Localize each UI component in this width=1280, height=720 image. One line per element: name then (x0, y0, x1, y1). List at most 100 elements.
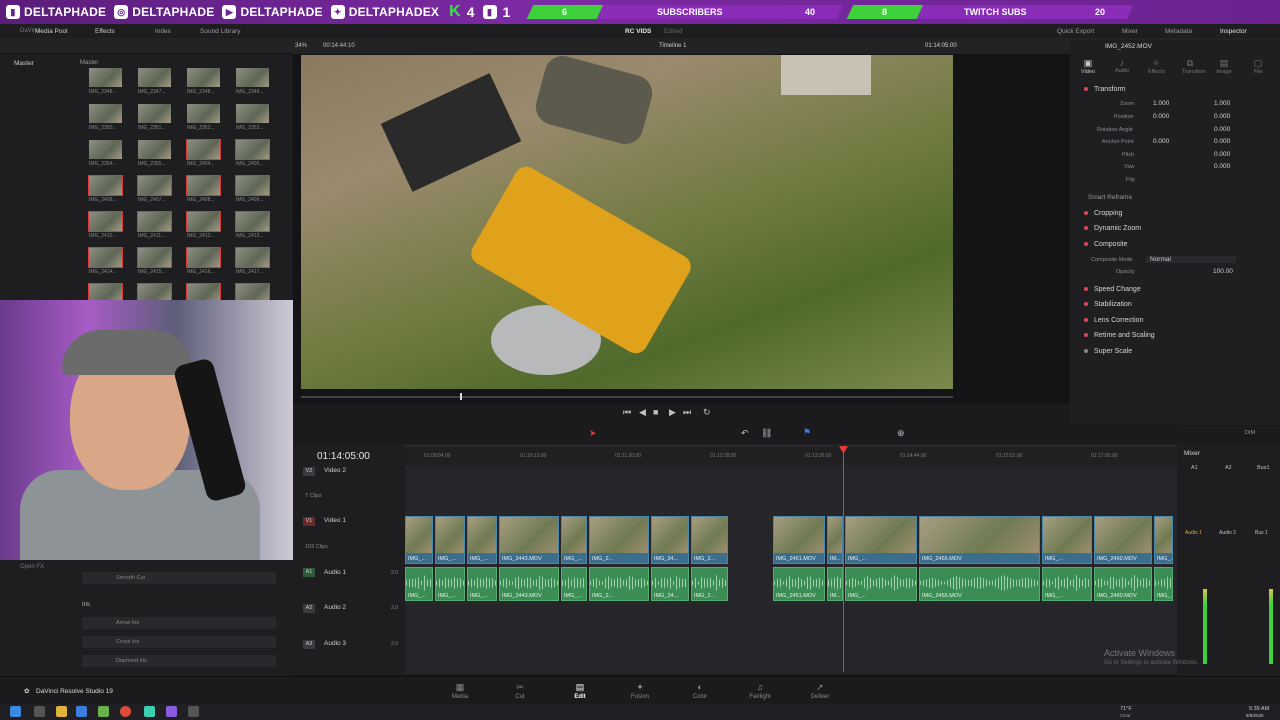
composite-mode-select[interactable]: Normal (1146, 256, 1236, 263)
tab-audio[interactable]: ♪ Audio (1114, 58, 1130, 75)
tab-effects[interactable]: ✧ Effects (1148, 58, 1165, 75)
link-icon[interactable]: ⛓ (761, 428, 772, 439)
composite-section[interactable]: Composite (1094, 241, 1127, 248)
mixer-tab[interactable]: Mixer (1122, 28, 1138, 35)
loop-icon[interactable]: ↻ (703, 407, 711, 418)
playhead[interactable] (843, 447, 844, 672)
audio-clip[interactable]: IMG_2... (691, 567, 728, 601)
video-frame[interactable] (301, 55, 953, 389)
media-thumbnail[interactable]: IMG_2415... (135, 247, 184, 284)
media-thumbnail[interactable]: IMG_2349... (233, 68, 282, 104)
track-v1-id[interactable]: V1 (303, 517, 315, 526)
tab-file[interactable]: ▢ File (1250, 58, 1266, 75)
video-clip[interactable]: IMG_2443.MOV (499, 516, 559, 564)
page-tab-media[interactable]: Media (440, 694, 480, 700)
opacity-field[interactable]: 100.00 (1213, 268, 1233, 275)
page-tab-fairlight[interactable]: Fairlight (740, 694, 780, 700)
metadata-tab[interactable]: Metadata (1165, 28, 1192, 35)
open-fx-item[interactable]: Open FX (20, 564, 44, 570)
video-clip[interactable]: IMG_... (561, 516, 587, 564)
media-thumbnail[interactable]: IMG_2412... (184, 211, 233, 248)
video-clip[interactable]: IMG_... (1042, 516, 1092, 564)
page-fairlight-icon[interactable]: ♫ (740, 682, 780, 692)
audio-clip[interactable]: IMG_2451.MOV (773, 567, 825, 601)
super-scale-section[interactable]: Super Scale (1094, 348, 1132, 355)
media-thumbnail[interactable]: IMG_2354... (86, 140, 135, 176)
jump-start-icon[interactable]: ⏮ (623, 407, 631, 418)
audio-clip[interactable]: IM... (827, 567, 843, 601)
media-thumbnail[interactable]: IMG_2347... (135, 68, 184, 104)
audio-clip[interactable]: IMG_... (405, 567, 433, 601)
app2-icon[interactable] (144, 706, 155, 717)
viewer-zoom[interactable]: 34% (295, 43, 307, 49)
page-tab-fusion[interactable]: Fusion (620, 694, 660, 700)
resolve-taskbar-icon[interactable] (188, 706, 199, 717)
clock-time[interactable]: 5:39 AM (1249, 706, 1269, 712)
video-clip[interactable]: IMG_2... (589, 516, 649, 564)
cropping-section[interactable]: Cropping (1094, 210, 1122, 217)
lens-correction-section[interactable]: Lens Correction (1094, 317, 1143, 324)
audio-clip[interactable]: IMG_2460.MOV (1094, 567, 1152, 601)
app3-icon[interactable] (166, 706, 177, 717)
audio-clip[interactable]: IMG_... (435, 567, 465, 601)
timeline-name[interactable]: Timeline 1 (659, 43, 686, 49)
media-thumbnail[interactable]: IMG_2409... (233, 175, 282, 212)
anchor-x-field[interactable]: 0.000 (1153, 138, 1169, 145)
search-icon[interactable] (34, 706, 45, 717)
page-color-icon[interactable]: ◐ (680, 682, 720, 692)
video-clip[interactable]: IM... (827, 516, 843, 564)
media-thumbnail[interactable]: IMG_2411... (135, 211, 184, 248)
media-thumbnail[interactable]: IMG_2348... (86, 68, 135, 104)
page-tab-color[interactable]: Color (680, 694, 720, 700)
media-thumbnail[interactable]: IMG_2413... (233, 211, 282, 248)
media-thumbnail[interactable]: IMG_2404... (184, 139, 233, 176)
media-thumbnail[interactable]: IMG_2352... (184, 104, 233, 140)
inspector-tab[interactable]: Inspector (1220, 28, 1247, 35)
audio-clip[interactable]: IMG_2... (589, 567, 649, 601)
video-clip[interactable]: IMG_... (1154, 516, 1173, 564)
media-thumbnail[interactable]: IMG_2408... (184, 175, 233, 212)
position-y-field[interactable]: 0.000 (1214, 113, 1230, 120)
index-tab[interactable]: Index (155, 28, 171, 35)
smart-reframe-section[interactable]: Smart Reframe (1088, 194, 1132, 201)
zoom-x-field[interactable]: 1.000 (1153, 100, 1169, 107)
media-thumbnail[interactable]: IMG_2406... (86, 175, 135, 212)
page-media-icon[interactable]: ▦ (440, 682, 480, 693)
file-explorer-icon[interactable] (56, 706, 67, 717)
track-a2-id[interactable]: A2 (303, 604, 315, 613)
video-clip[interactable]: IMG_2... (691, 516, 728, 564)
video-clip[interactable]: IMG_... (405, 516, 433, 564)
audio-clip[interactable]: IMG_... (467, 567, 497, 601)
video-clip[interactable]: IMG_2451.MOV (773, 516, 825, 564)
app-icon[interactable] (98, 706, 109, 717)
video-clip[interactable]: IMG_... (845, 516, 917, 564)
media-thumbnail[interactable]: IMG_2410... (86, 211, 135, 248)
audio-clip[interactable]: IMG_... (561, 567, 587, 601)
speed-change-section[interactable]: Speed Change (1094, 286, 1141, 293)
track-v2-id[interactable]: V2 (303, 467, 315, 476)
pitch-field[interactable]: 0.000 (1214, 151, 1230, 158)
start-icon[interactable] (10, 706, 21, 717)
smooth-cut-item[interactable]: Smooth Cut (82, 572, 276, 584)
audio-clip[interactable]: IMG_24... (651, 567, 689, 601)
media-thumbnail[interactable]: IMG_2355... (135, 140, 184, 176)
audio-clip[interactable]: IMG_... (1154, 567, 1173, 601)
jump-end-icon[interactable]: ⏭ (683, 407, 691, 418)
stop-icon[interactable]: ■ (653, 407, 658, 417)
stabilization-section[interactable]: Stabilization (1094, 301, 1132, 308)
page-edit-icon[interactable]: ▤ (560, 682, 600, 693)
play-reverse-icon[interactable]: ◀ (639, 407, 646, 418)
arrow-iris-item[interactable]: Arrow Iris (82, 617, 276, 629)
tab-image[interactable]: ▤ Image (1216, 58, 1232, 75)
chrome-icon[interactable] (120, 706, 131, 717)
video-clip[interactable]: IMG_2455.MOV (919, 516, 1040, 564)
media-thumbnail[interactable]: IMG_2416... (184, 247, 233, 284)
page-fusion-icon[interactable]: ✦ (620, 682, 660, 693)
play-icon[interactable]: ▶ (669, 407, 676, 418)
flag-icon[interactable]: ⚑ (803, 427, 811, 438)
retime-section[interactable]: Retime and Scaling (1094, 332, 1155, 339)
scrubber-handle[interactable] (460, 393, 462, 400)
video-clip[interactable]: IMG_2460.MOV (1094, 516, 1152, 564)
yaw-field[interactable]: 0.000 (1214, 163, 1230, 170)
selection-tool-icon[interactable]: ➤ (589, 428, 597, 439)
